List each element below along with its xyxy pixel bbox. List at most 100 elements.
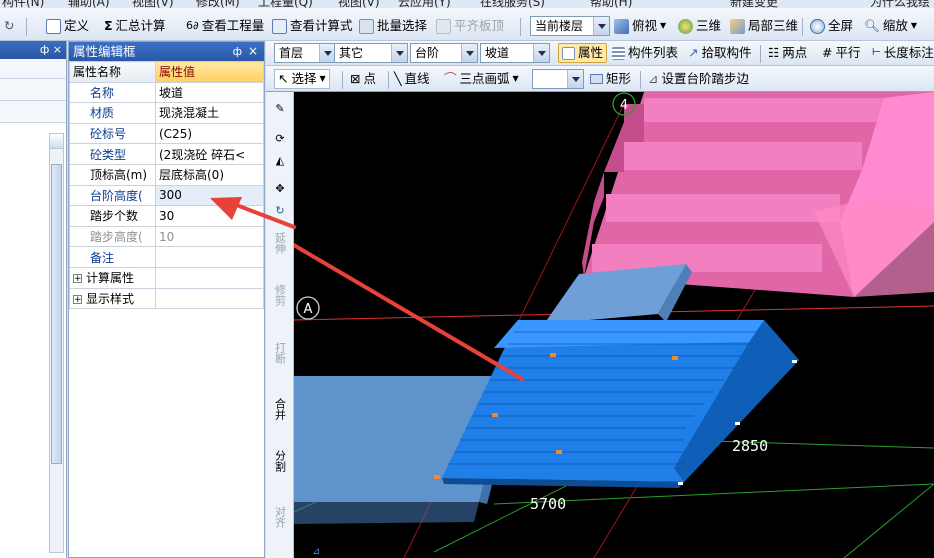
property-value[interactable]: 10 [155, 225, 264, 248]
nav-row[interactable] [0, 59, 66, 79]
property-value[interactable]: 层底标高(0) [155, 163, 264, 186]
property-value[interactable]: 现浇混凝土 [155, 102, 264, 124]
shape-dropdown[interactable] [532, 69, 584, 89]
rotate-icon[interactable]: ↻ [269, 204, 291, 217]
menu-item[interactable]: 视图(V) [132, 0, 174, 8]
two-points-label: 两点 [782, 45, 808, 60]
expand-icon[interactable]: + [73, 274, 82, 284]
nav-row[interactable] [0, 101, 66, 123]
chevron-down-icon [533, 44, 549, 62]
view-quantity-button[interactable]: 6∂ 查看工程量 [186, 16, 264, 36]
rect-button[interactable]: 矩形 [590, 69, 631, 89]
redo-button[interactable]: ↻ [4, 16, 14, 36]
three-d-button[interactable]: 三维 [678, 16, 721, 36]
property-value[interactable]: 30 [155, 205, 264, 227]
two-points-button[interactable]: ☷ 两点 [768, 43, 807, 63]
local-3d-button[interactable]: 局部三维 [730, 16, 798, 36]
property-value[interactable]: (C25) [155, 122, 264, 145]
break-button[interactable]: 打断 [269, 342, 291, 367]
table-row[interactable]: 名称 坡道 [69, 81, 264, 104]
type-dropdown[interactable]: 台阶 [410, 43, 478, 63]
copy-icon[interactable]: ⟳ [269, 132, 291, 145]
parallel-label: 平行 [835, 45, 861, 60]
menu-item[interactable]: 构件(N) [2, 0, 44, 8]
group-calc[interactable]: + 计算属性 [69, 266, 156, 289]
zoom-button[interactable]: 🔍︎ 缩放 ▼ [864, 16, 917, 36]
view-formula-button[interactable]: 查看计算式 [272, 16, 353, 36]
element-dropdown-value: 坡道 [485, 46, 510, 60]
align-button[interactable]: 对齐 [269, 506, 291, 531]
trim-button[interactable]: 修剪 [269, 284, 291, 309]
property-name: 台阶高度( [69, 184, 156, 207]
length-mark-icon: ⊢ [872, 47, 881, 58]
property-value[interactable]: (2现浇砼 碎石< [155, 143, 264, 165]
move-icon[interactable]: ✥ [269, 182, 291, 195]
group-row[interactable]: + 计算属性 [69, 266, 264, 289]
menu-item[interactable]: 新建变更 [730, 0, 778, 8]
formula-icon [272, 18, 287, 34]
point-button[interactable]: ⊠ 点 [350, 69, 376, 89]
property-editor-title: 属性编辑框 [73, 44, 136, 59]
group-display[interactable]: + 显示样式 [69, 287, 156, 310]
merge-button[interactable]: 合并 [269, 398, 291, 423]
property-button[interactable]: 属性 [558, 43, 608, 63]
table-row-selected[interactable]: 台阶高度( 300 [69, 184, 264, 207]
menu-item[interactable]: 视图(V) [338, 0, 380, 8]
property-value[interactable]: 300 [155, 184, 264, 207]
menu-item[interactable]: 云应用(Y) [398, 0, 451, 8]
floor-dropdown[interactable]: 首层 [274, 43, 336, 63]
menu-item[interactable]: 为什么我绘 [870, 0, 930, 8]
scroll-up-icon[interactable] [50, 134, 63, 149]
select-button[interactable]: ↖ 选择 ▼ [274, 69, 330, 89]
column-header-name: 属性名称 [69, 61, 156, 83]
align-top-button[interactable]: 平齐板顶 [436, 16, 504, 36]
floor-combo[interactable]: 当前楼层 [530, 16, 610, 36]
extend-button[interactable]: 延伸 [269, 232, 291, 257]
table-row[interactable]: 砼类型 (2现浇砼 碎石< [69, 143, 264, 165]
nav-scrollbar[interactable] [49, 133, 64, 553]
define-button[interactable]: 定义 [46, 16, 89, 36]
table-row[interactable]: 踏步个数 30 [69, 205, 264, 227]
close-icon[interactable]: × [248, 42, 258, 61]
table-row[interactable]: 备注 [69, 246, 264, 268]
line-button[interactable]: ╲ 直线 [394, 69, 430, 89]
scroll-thumb[interactable] [51, 164, 62, 464]
property-value[interactable]: 坡道 [155, 81, 264, 104]
top-view-button[interactable]: 俯视 ▼ [614, 16, 666, 36]
element-dropdown[interactable]: 坡道 [480, 43, 550, 63]
table-row[interactable]: 顶标高(m) 层底标高(0) [69, 163, 264, 186]
nav-row[interactable] [0, 79, 66, 101]
menu-item[interactable]: 修改(M) [196, 0, 240, 8]
brush-icon[interactable]: ✎ [269, 102, 291, 115]
length-mark-button[interactable]: ⊢ 长度标注 [872, 43, 934, 63]
table-row[interactable]: 踏步高度( 10 [69, 225, 264, 248]
arc-button[interactable]: ⌒ 三点画弧 ▼ [444, 69, 519, 89]
category-dropdown[interactable]: 其它 [334, 43, 408, 63]
drawing-canvas[interactable]: 4 A 2850 5700 ⊿ [294, 92, 934, 558]
expand-icon[interactable]: + [73, 294, 82, 304]
element-list-button[interactable]: 构件列表 [612, 43, 678, 63]
group-row[interactable]: + 显示样式 [69, 287, 264, 310]
mirror-icon[interactable]: ◭ [269, 154, 291, 167]
pick-element-button[interactable]: ↗ 拾取构件 [688, 43, 752, 63]
property-name: 顶标高(m) [69, 163, 156, 186]
menu-item[interactable]: 工程量(Q) [258, 0, 313, 8]
menu-item[interactable]: 辅助(A) [68, 0, 110, 8]
menu-item[interactable]: 在线服务(S) [480, 0, 545, 8]
sum-button[interactable]: Σ 汇总计算 [104, 16, 166, 36]
point-label: 点 [363, 71, 376, 86]
batch-select-button[interactable]: 批量选择 [359, 16, 427, 36]
table-row[interactable]: 砼标号 (C25) [69, 122, 264, 145]
table-row[interactable]: 材质 现浇混凝土 [69, 102, 264, 124]
set-step-edge-button[interactable]: ⊿ 设置台阶踏步边 [648, 69, 749, 89]
full-screen-button[interactable]: 全屏 [810, 16, 853, 36]
pick-icon: ↗ [688, 45, 699, 60]
property-value[interactable] [155, 246, 264, 268]
align-top-label: 平齐板顶 [454, 18, 505, 33]
main-toolbar: ↻ 定义 Σ 汇总计算 6∂ 查看工程量 查看计算式 批量选择 平齐板顶 当前楼… [0, 8, 934, 41]
app-window: 构件(N) 辅助(A) 视图(V) 修改(M) 工程量(Q) 视图(V) 云应用… [0, 0, 934, 558]
parallel-button[interactable]: # 平行 [822, 43, 861, 63]
split-button[interactable]: 分割 [269, 450, 291, 475]
menu-item[interactable]: 帮助(H) [590, 0, 632, 8]
pin-icon[interactable]: ф [233, 42, 242, 61]
